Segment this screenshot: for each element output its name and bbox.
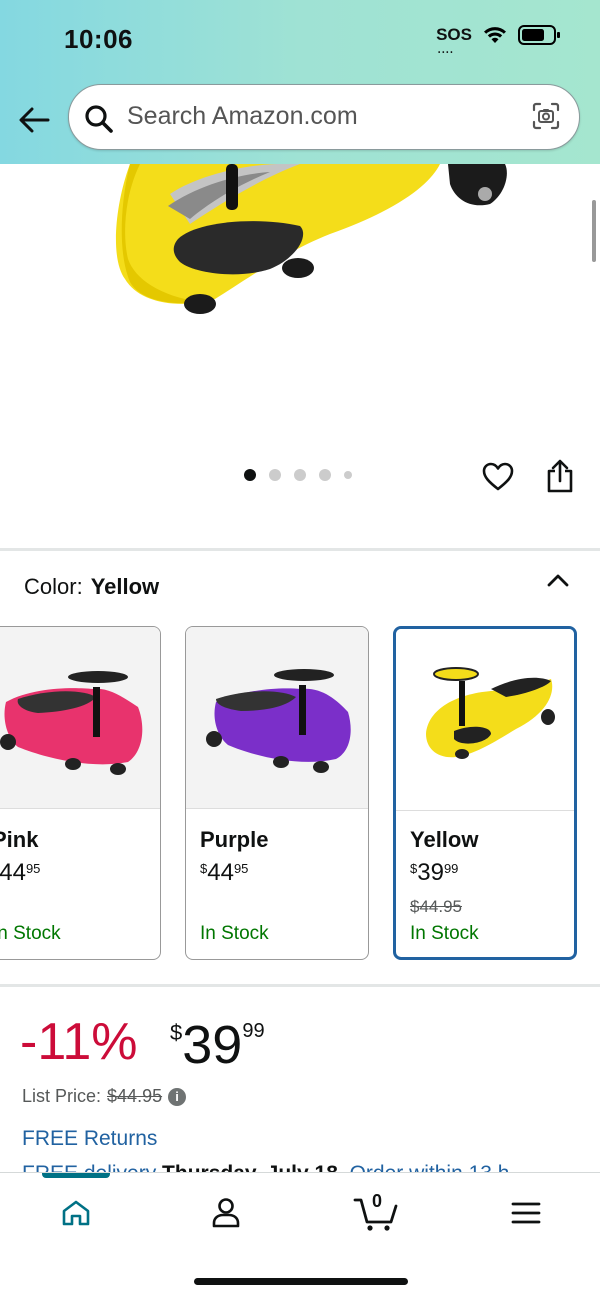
hamburger-menu-icon xyxy=(511,1202,541,1224)
back-arrow-icon xyxy=(19,107,50,133)
nav-cart[interactable]: 0 xyxy=(346,1191,406,1233)
status-icons: SOS •••• xyxy=(436,24,562,56)
chevron-up-icon xyxy=(547,574,569,587)
home-indicator[interactable] xyxy=(194,1278,408,1285)
color-option-yellow[interactable]: Yellow $3999 $44.95 In Stock xyxy=(393,626,577,960)
stock-status: In Stock xyxy=(200,923,269,944)
image-carousel-dots[interactable] xyxy=(244,469,352,481)
share-button[interactable] xyxy=(544,458,576,499)
collapse-color-button[interactable] xyxy=(546,572,570,593)
carousel-dot[interactable] xyxy=(294,469,306,481)
swatch-name: Purple xyxy=(200,827,269,852)
sos-indicator: SOS •••• xyxy=(436,26,472,56)
list-price: List Price: $44.95 i xyxy=(22,1086,187,1107)
product-thumbnail-pink xyxy=(0,671,143,775)
product-thumbnail-yellow xyxy=(426,667,555,759)
discount-percent: -11% xyxy=(20,1013,138,1071)
search-bar[interactable] xyxy=(68,84,580,150)
swatch-image xyxy=(396,629,574,811)
swatch-image xyxy=(0,627,160,809)
nav-home[interactable] xyxy=(46,1193,106,1233)
back-button[interactable] xyxy=(14,100,54,140)
header: 10:06 SOS •••• xyxy=(0,0,600,164)
heart-icon xyxy=(482,462,514,491)
swatch-price: $3999 xyxy=(410,859,459,886)
active-tab-indicator xyxy=(42,1173,110,1178)
battery-icon xyxy=(518,25,560,45)
share-icon xyxy=(547,459,573,493)
wifi-icon xyxy=(484,27,506,43)
status-time: 10:06 xyxy=(64,24,133,54)
cart-count-badge: 0 xyxy=(372,1191,383,1211)
current-price: $3999 xyxy=(170,1015,265,1075)
carousel-dot[interactable] xyxy=(319,469,331,481)
carousel-dot[interactable] xyxy=(244,469,256,481)
section-divider xyxy=(0,548,600,551)
wishlist-button[interactable] xyxy=(482,462,514,497)
swatch-name: Yellow xyxy=(410,827,479,852)
product-thumbnail-purple xyxy=(206,669,351,773)
search-input[interactable] xyxy=(127,102,507,131)
swatch-list-price: $44.95 xyxy=(410,897,462,916)
signal-dots: •••• xyxy=(438,50,455,56)
swatch-image xyxy=(186,627,368,809)
home-icon xyxy=(62,1200,90,1226)
camera-search-icon[interactable] xyxy=(531,101,561,131)
nav-menu[interactable] xyxy=(496,1193,556,1233)
scroll-indicator xyxy=(592,200,596,262)
color-option-purple[interactable]: Purple $4495 In Stock xyxy=(185,626,369,960)
info-icon[interactable]: i xyxy=(168,1087,187,1106)
search-icon xyxy=(85,105,113,133)
color-option-pink[interactable]: Pink $4495 In Stock xyxy=(0,626,161,960)
stock-status: In Stock xyxy=(0,923,61,944)
person-icon xyxy=(212,1198,240,1228)
swatch-price: $4495 xyxy=(200,859,249,886)
swatch-price: $4495 xyxy=(0,859,41,886)
carousel-dot[interactable] xyxy=(344,471,352,479)
free-returns-link[interactable]: FREE Returns xyxy=(22,1127,157,1151)
color-selector-label: Color: Yellow xyxy=(24,574,160,599)
swatch-name: Pink xyxy=(0,827,39,852)
stock-status: In Stock xyxy=(410,923,479,944)
section-divider xyxy=(0,984,600,987)
nav-account[interactable] xyxy=(196,1193,256,1233)
carousel-dot[interactable] xyxy=(269,469,281,481)
